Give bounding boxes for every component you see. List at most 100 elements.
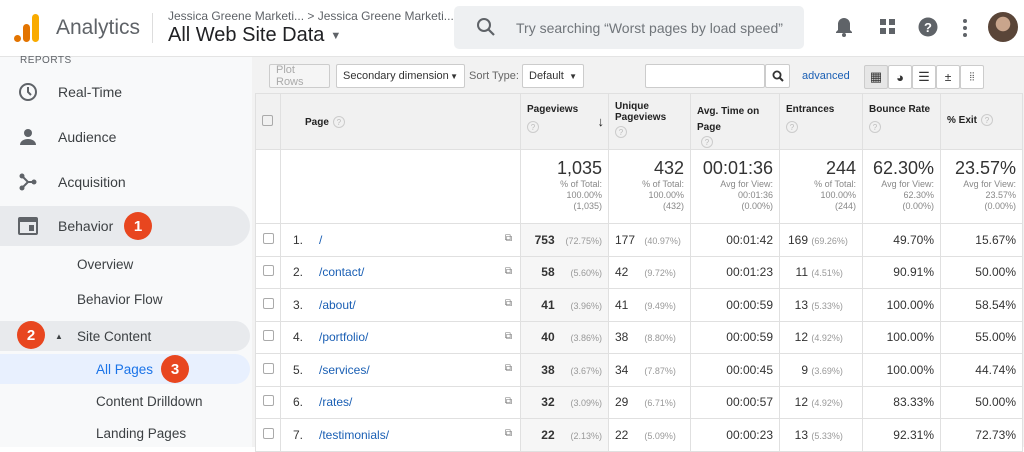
pageviews-percent: (3.09%): [570, 398, 602, 409]
open-external-icon[interactable]: ⧉: [505, 396, 512, 407]
avg-time-value: 00:00:59: [690, 288, 780, 322]
page-link[interactable]: /contact/: [319, 265, 364, 279]
total-base: (0.00%): [741, 201, 773, 211]
sidebar-item-all-pages[interactable]: All Pages: [0, 354, 250, 384]
page-link[interactable]: /rates/: [319, 395, 352, 409]
avatar[interactable]: [988, 12, 1018, 42]
page-link[interactable]: /portfolio/: [319, 330, 368, 344]
pie-view-icon[interactable]: ◕: [888, 65, 912, 89]
sidebar-item-behavior-flow[interactable]: Behavior Flow: [0, 284, 250, 314]
total-cell: 62.30% Avg for View: 62.30% (0.00%): [862, 149, 941, 224]
row-number: 4.: [293, 330, 304, 345]
breadcrumb-account[interactable]: Jessica Greene Marketi...: [168, 9, 304, 23]
column-header-page[interactable]: Page?: [280, 93, 521, 150]
column-header-bounce-rate[interactable]: Bounce Rate?: [862, 93, 941, 150]
open-external-icon[interactable]: ⧉: [505, 266, 512, 277]
comparison-view-icon[interactable]: ±: [936, 65, 960, 89]
open-external-icon[interactable]: ⧉: [505, 298, 512, 309]
sidebar-item-overview[interactable]: Overview: [0, 249, 250, 279]
open-external-icon[interactable]: ⧉: [505, 331, 512, 342]
pageviews-value: 32: [541, 395, 555, 410]
search-box[interactable]: Try searching “Worst pages by load speed…: [454, 6, 804, 49]
help-icon[interactable]: ?: [918, 17, 938, 37]
row-checkbox[interactable]: [262, 297, 274, 309]
help-icon[interactable]: ?: [701, 136, 713, 148]
entrances-percent: (3.69%): [811, 365, 843, 376]
row-checkbox[interactable]: [262, 427, 274, 439]
table-view-icon[interactable]: ▦: [864, 65, 888, 89]
table-filter-input[interactable]: [645, 64, 765, 88]
open-external-icon[interactable]: ⧉: [505, 428, 512, 439]
bounce-rate-value: 49.70%: [862, 223, 941, 257]
column-header-entrances[interactable]: Entrances?: [779, 93, 863, 150]
column-header-unique-pageviews[interactable]: Unique Pageviews?: [608, 93, 691, 150]
totals-row: 1,035% of Total: 100.00% (1,035) 432% of To…: [255, 149, 1023, 224]
help-icon[interactable]: ?: [981, 114, 994, 126]
row-number: 7.: [293, 427, 304, 442]
plot-rows-button[interactable]: Plot Rows: [269, 64, 330, 88]
page-link[interactable]: /: [319, 233, 322, 247]
table-row: 4. /portfolio/ ⧉ 40 (3.86%) 38 (8.80%) 00:…: [255, 320, 1023, 354]
row-checkbox[interactable]: [262, 265, 274, 277]
pageviews-value: 58: [541, 265, 555, 280]
page-link[interactable]: /about/: [319, 298, 356, 312]
row-checkbox[interactable]: [262, 362, 274, 374]
total-percent: 62.30%: [903, 190, 934, 200]
page-link[interactable]: /services/: [319, 363, 370, 377]
search-icon: [477, 18, 495, 36]
row-number: 6.: [293, 395, 304, 410]
total-label: Avg for View:: [963, 179, 1016, 189]
sidebar-item-real-time[interactable]: Real-Time: [0, 72, 250, 112]
more-vert-icon[interactable]: [962, 18, 968, 38]
help-icon[interactable]: ?: [786, 121, 798, 133]
performance-view-icon[interactable]: ☰: [912, 65, 936, 89]
sidebar-item-label: Behavior: [58, 218, 114, 234]
row-checkbox[interactable]: [262, 395, 274, 407]
total-percent: 100.00%: [566, 190, 602, 200]
select-all-checkbox[interactable]: [262, 114, 273, 126]
total-value: 432: [653, 158, 684, 178]
apps-grid-icon[interactable]: [879, 18, 897, 36]
bounce-rate-value: 100.00%: [862, 353, 941, 387]
sidebar-item-landing-pages[interactable]: Landing Pages: [0, 418, 250, 448]
bell-icon[interactable]: [835, 16, 853, 38]
column-header-avg-time[interactable]: Avg. Time on Page?: [690, 93, 780, 150]
pivot-view-icon[interactable]: ⦙⦙: [960, 65, 984, 89]
unique-pageviews-value: 38: [615, 330, 629, 345]
entrances-percent: (4.92%): [811, 398, 843, 409]
person-icon: [18, 128, 38, 146]
total-value: 00:01:36: [702, 158, 773, 178]
sidebar-item-acquisition[interactable]: Acquisition: [0, 162, 250, 202]
sort-type-dropdown[interactable]: Default ▼: [522, 64, 584, 88]
sort-desc-icon: ↓: [597, 114, 605, 129]
breadcrumb-property[interactable]: Jessica Greene Marketi...: [318, 9, 454, 23]
help-icon[interactable]: ?: [869, 121, 881, 133]
sidebar-item-content-drilldown[interactable]: Content Drilldown: [0, 386, 250, 416]
open-external-icon[interactable]: ⧉: [505, 363, 512, 374]
help-icon[interactable]: ?: [332, 115, 345, 128]
total-label: % of Total:: [642, 179, 684, 189]
breadcrumb[interactable]: Jessica Greene Marketi... > Jessica Gree…: [168, 9, 454, 23]
unique-pageviews-value: 177: [615, 232, 636, 247]
total-label: % of Total:: [560, 179, 602, 189]
advanced-filter-link[interactable]: advanced: [802, 70, 850, 82]
total-cell: 23.57% Avg for View: 23.57% (0.00%): [940, 149, 1023, 224]
help-icon[interactable]: ?: [527, 121, 539, 133]
row-checkbox[interactable]: [262, 232, 274, 244]
page-link[interactable]: /testimonials/: [319, 428, 389, 442]
column-header-exit[interactable]: % Exit?: [940, 93, 1023, 150]
column-header-pageviews[interactable]: Pageviews? ↓: [520, 93, 609, 150]
row-checkbox[interactable]: [262, 330, 274, 342]
unique-pageviews-value: 29: [615, 395, 629, 410]
view-selector[interactable]: All Web Site Data ▼: [168, 24, 341, 47]
clock-icon: [18, 82, 38, 102]
pageviews-value: 41: [541, 297, 555, 312]
help-icon[interactable]: ?: [615, 126, 627, 138]
sidebar-item-audience[interactable]: Audience: [0, 117, 250, 157]
sidebar: REPORTS Real-Time Audience Acquisition B…: [0, 55, 252, 448]
bounce-rate-value: 100.00%: [862, 320, 941, 354]
secondary-dimension-dropdown[interactable]: Secondary dimension ▼: [336, 64, 465, 88]
total-base: (1,035): [573, 201, 602, 211]
open-external-icon[interactable]: ⧉: [505, 233, 512, 244]
filter-search-button[interactable]: [765, 64, 790, 88]
